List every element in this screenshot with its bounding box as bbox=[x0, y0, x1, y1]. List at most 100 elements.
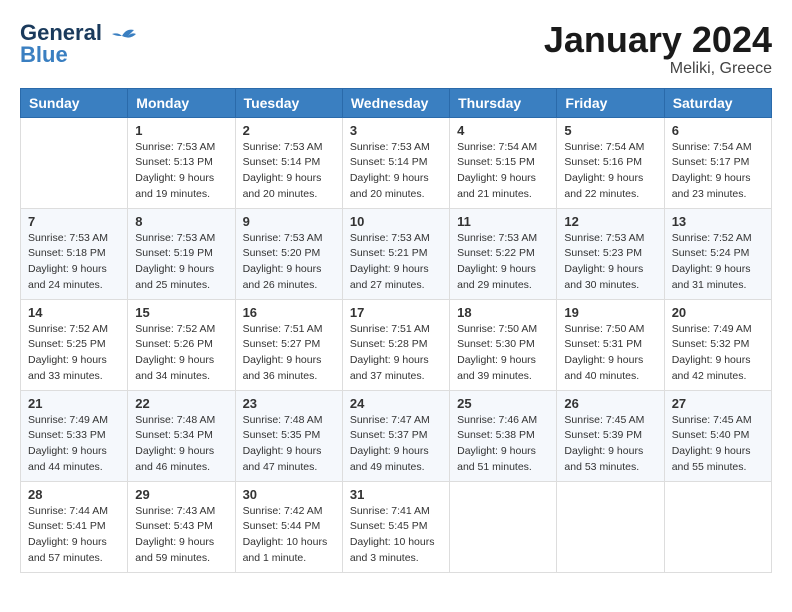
day-number: 14 bbox=[28, 305, 120, 320]
calendar-cell: 5 Sunrise: 7:54 AMSunset: 5:16 PMDaylight… bbox=[557, 117, 664, 208]
day-number: 19 bbox=[564, 305, 656, 320]
calendar-cell: 10 Sunrise: 7:53 AMSunset: 5:21 PMDayligh… bbox=[342, 208, 449, 299]
calendar-cell: 3Sunrise: 7:53 AMSunset: 5:14 PMDaylight… bbox=[342, 117, 449, 208]
calendar-body: 1 Sunrise: 7:53 AMSunset: 5:13 PMDaylight… bbox=[21, 117, 772, 572]
calendar-table: SundayMondayTuesdayWednesdayThursdayFrid… bbox=[20, 88, 772, 573]
day-number: 8 bbox=[135, 214, 227, 229]
weekday-header-wednesday: Wednesday bbox=[342, 88, 449, 117]
calendar-cell: 7 Sunrise: 7:53 AMSunset: 5:18 PMDaylight… bbox=[21, 208, 128, 299]
calendar-cell: 20 Sunrise: 7:49 AMSunset: 5:32 PMDayligh… bbox=[664, 299, 771, 390]
calendar-cell: 16Sunrise: 7:51 AMSunset: 5:27 PMDayligh… bbox=[235, 299, 342, 390]
day-number: 25 bbox=[457, 396, 549, 411]
calendar-week-row: 21Sunrise: 7:49 AMSunset: 5:33 PMDayligh… bbox=[21, 390, 772, 481]
day-number: 17 bbox=[350, 305, 442, 320]
day-info: Sunrise: 7:47 AMSunset: 5:37 PMDaylight:… bbox=[350, 413, 442, 476]
calendar-cell: 25Sunrise: 7:46 AMSunset: 5:38 PMDayligh… bbox=[450, 390, 557, 481]
day-number: 24 bbox=[350, 396, 442, 411]
day-info: Sunrise: 7:48 AMSunset: 5:34 PMDaylight:… bbox=[135, 413, 227, 476]
calendar-cell: 15Sunrise: 7:52 AMSunset: 5:26 PMDayligh… bbox=[128, 299, 235, 390]
day-info: Sunrise: 7:53 AMSunset: 5:14 PMDaylight:… bbox=[350, 140, 442, 203]
day-info: Sunrise: 7:54 AMSunset: 5:15 PMDaylight:… bbox=[457, 140, 549, 203]
page-header: General Blue January 2024 Meliki, Greece bbox=[20, 20, 772, 78]
calendar-cell: 22 Sunrise: 7:48 AMSunset: 5:34 PMDayligh… bbox=[128, 390, 235, 481]
calendar-cell bbox=[21, 117, 128, 208]
day-info: Sunrise: 7:44 AMSunset: 5:41 PMDaylight:… bbox=[28, 504, 120, 567]
calendar-cell: 14 Sunrise: 7:52 AMSunset: 5:25 PMDayligh… bbox=[21, 299, 128, 390]
weekday-header-sunday: Sunday bbox=[21, 88, 128, 117]
day-info: Sunrise: 7:50 AMSunset: 5:31 PMDaylight:… bbox=[564, 322, 656, 385]
calendar-cell: 12Sunrise: 7:53 AMSunset: 5:23 PMDayligh… bbox=[557, 208, 664, 299]
day-number: 7 bbox=[28, 214, 120, 229]
weekday-header-thursday: Thursday bbox=[450, 88, 557, 117]
day-info: Sunrise: 7:48 AMSunset: 5:35 PMDaylight:… bbox=[243, 413, 335, 476]
calendar-cell: 6Sunrise: 7:54 AMSunset: 5:17 PMDaylight… bbox=[664, 117, 771, 208]
calendar-cell: 28Sunrise: 7:44 AMSunset: 5:41 PMDayligh… bbox=[21, 481, 128, 572]
day-number: 27 bbox=[672, 396, 764, 411]
day-info: Sunrise: 7:52 AMSunset: 5:24 PMDaylight:… bbox=[672, 231, 764, 294]
day-info: Sunrise: 7:49 AMSunset: 5:33 PMDaylight:… bbox=[28, 413, 120, 476]
day-info: Sunrise: 7:45 AMSunset: 5:39 PMDaylight:… bbox=[564, 413, 656, 476]
day-info: Sunrise: 7:53 AMSunset: 5:22 PMDaylight:… bbox=[457, 231, 549, 294]
weekday-header-saturday: Saturday bbox=[664, 88, 771, 117]
calendar-cell: 24 Sunrise: 7:47 AMSunset: 5:37 PMDayligh… bbox=[342, 390, 449, 481]
day-number: 11 bbox=[457, 214, 549, 229]
day-number: 10 bbox=[350, 214, 442, 229]
day-number: 23 bbox=[243, 396, 335, 411]
day-number: 9 bbox=[243, 214, 335, 229]
calendar-cell: 26 Sunrise: 7:45 AMSunset: 5:39 PMDayligh… bbox=[557, 390, 664, 481]
day-info: Sunrise: 7:53 AMSunset: 5:18 PMDaylight:… bbox=[28, 231, 120, 294]
day-info: Sunrise: 7:53 AMSunset: 5:21 PMDaylight:… bbox=[350, 231, 442, 294]
calendar-cell: 11 Sunrise: 7:53 AMSunset: 5:22 PMDayligh… bbox=[450, 208, 557, 299]
day-number: 6 bbox=[672, 123, 764, 138]
day-info: Sunrise: 7:53 AMSunset: 5:19 PMDaylight:… bbox=[135, 231, 227, 294]
month-title: January 2024 bbox=[544, 20, 772, 60]
calendar-cell: 8 Sunrise: 7:53 AMSunset: 5:19 PMDaylight… bbox=[128, 208, 235, 299]
calendar-cell: 31 Sunrise: 7:41 AMSunset: 5:45 PMDayligh… bbox=[342, 481, 449, 572]
day-number: 31 bbox=[350, 487, 442, 502]
day-info: Sunrise: 7:42 AMSunset: 5:44 PMDaylight:… bbox=[243, 504, 335, 567]
day-info: Sunrise: 7:41 AMSunset: 5:45 PMDaylight:… bbox=[350, 504, 442, 567]
calendar-week-row: 1 Sunrise: 7:53 AMSunset: 5:13 PMDaylight… bbox=[21, 117, 772, 208]
day-info: Sunrise: 7:50 AMSunset: 5:30 PMDaylight:… bbox=[457, 322, 549, 385]
day-number: 26 bbox=[564, 396, 656, 411]
day-info: Sunrise: 7:49 AMSunset: 5:32 PMDaylight:… bbox=[672, 322, 764, 385]
bird-icon bbox=[108, 26, 136, 46]
day-info: Sunrise: 7:45 AMSunset: 5:40 PMDaylight:… bbox=[672, 413, 764, 476]
day-info: Sunrise: 7:53 AMSunset: 5:13 PMDaylight:… bbox=[135, 140, 227, 203]
day-info: Sunrise: 7:51 AMSunset: 5:27 PMDaylight:… bbox=[243, 322, 335, 385]
day-info: Sunrise: 7:53 AMSunset: 5:23 PMDaylight:… bbox=[564, 231, 656, 294]
day-info: Sunrise: 7:54 AMSunset: 5:16 PMDaylight:… bbox=[564, 140, 656, 203]
calendar-cell: 18 Sunrise: 7:50 AMSunset: 5:30 PMDayligh… bbox=[450, 299, 557, 390]
day-number: 22 bbox=[135, 396, 227, 411]
calendar-cell: 23 Sunrise: 7:48 AMSunset: 5:35 PMDayligh… bbox=[235, 390, 342, 481]
calendar-week-row: 7 Sunrise: 7:53 AMSunset: 5:18 PMDaylight… bbox=[21, 208, 772, 299]
weekday-header-friday: Friday bbox=[557, 88, 664, 117]
calendar-week-row: 28Sunrise: 7:44 AMSunset: 5:41 PMDayligh… bbox=[21, 481, 772, 572]
calendar-cell: 21Sunrise: 7:49 AMSunset: 5:33 PMDayligh… bbox=[21, 390, 128, 481]
day-info: Sunrise: 7:52 AMSunset: 5:25 PMDaylight:… bbox=[28, 322, 120, 385]
calendar-header-row: SundayMondayTuesdayWednesdayThursdayFrid… bbox=[21, 88, 772, 117]
day-number: 5 bbox=[564, 123, 656, 138]
day-info: Sunrise: 7:52 AMSunset: 5:26 PMDaylight:… bbox=[135, 322, 227, 385]
title-section: January 2024 Meliki, Greece bbox=[544, 20, 772, 78]
day-number: 20 bbox=[672, 305, 764, 320]
day-number: 30 bbox=[243, 487, 335, 502]
day-number: 1 bbox=[135, 123, 227, 138]
calendar-cell: 2 Sunrise: 7:53 AMSunset: 5:14 PMDaylight… bbox=[235, 117, 342, 208]
calendar-cell: 1 Sunrise: 7:53 AMSunset: 5:13 PMDaylight… bbox=[128, 117, 235, 208]
calendar-cell: 29Sunrise: 7:43 AMSunset: 5:43 PMDayligh… bbox=[128, 481, 235, 572]
logo-blue: Blue bbox=[20, 42, 68, 68]
weekday-header-tuesday: Tuesday bbox=[235, 88, 342, 117]
calendar-cell: 27 Sunrise: 7:45 AMSunset: 5:40 PMDayligh… bbox=[664, 390, 771, 481]
day-info: Sunrise: 7:51 AMSunset: 5:28 PMDaylight:… bbox=[350, 322, 442, 385]
day-number: 2 bbox=[243, 123, 335, 138]
calendar-cell bbox=[557, 481, 664, 572]
location: Meliki, Greece bbox=[544, 60, 772, 78]
day-number: 18 bbox=[457, 305, 549, 320]
day-number: 4 bbox=[457, 123, 549, 138]
calendar-cell: 4 Sunrise: 7:54 AMSunset: 5:15 PMDaylight… bbox=[450, 117, 557, 208]
day-info: Sunrise: 7:53 AMSunset: 5:14 PMDaylight:… bbox=[243, 140, 335, 203]
calendar-cell: 9Sunrise: 7:53 AMSunset: 5:20 PMDaylight… bbox=[235, 208, 342, 299]
day-info: Sunrise: 7:43 AMSunset: 5:43 PMDaylight:… bbox=[135, 504, 227, 567]
calendar-cell bbox=[450, 481, 557, 572]
